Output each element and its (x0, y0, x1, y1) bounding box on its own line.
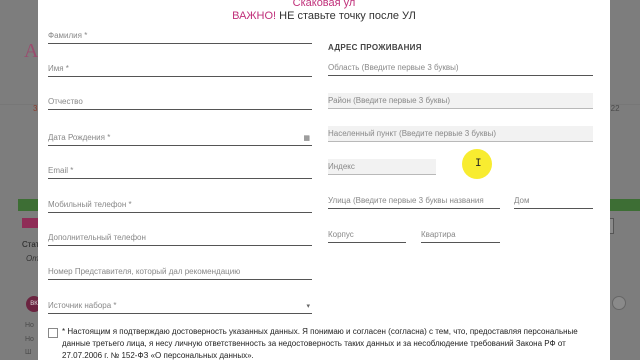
building-field[interactable]: Корпус (328, 227, 406, 243)
middle-name-label: Отчество (48, 97, 83, 106)
apartment-label: Квартира (421, 230, 456, 239)
region-field[interactable]: Область (Введите первые 3 буквы) (328, 60, 593, 76)
house-field[interactable]: Дом (514, 193, 593, 209)
registration-modal: Скаковая ул ВАЖНО! НЕ ставьте точку посл… (38, 0, 610, 360)
representative-number-field[interactable]: Номер Представителя, который дал рекомен… (48, 264, 312, 280)
locality-field[interactable]: Населенный пункт (Введите первые 3 буквы… (328, 126, 593, 142)
first-name-field[interactable]: Имя * (48, 61, 312, 77)
street-label: Улица (Введите первые 3 буквы названия (328, 196, 484, 205)
mobile-phone-label: Мобильный телефон * (48, 200, 132, 209)
background-logo: А (24, 40, 39, 62)
email-label: Email * (48, 166, 74, 175)
building-label: Корпус (328, 230, 354, 239)
apartment-field[interactable]: Квартира (421, 227, 500, 243)
index-field[interactable]: Индекс (328, 159, 436, 175)
background-green-bar-left (18, 199, 38, 211)
additional-phone-field[interactable]: Дополнительный телефон (48, 230, 312, 246)
last-name-label: Фамилия * (48, 31, 88, 40)
consent-text: * Настоящим я подтверждаю достоверность … (62, 327, 578, 360)
consent-checkbox[interactable] (48, 328, 58, 338)
background-row-label: Но (25, 336, 34, 343)
address-section-title: АДРЕС ПРОЖИВАНИЯ (328, 43, 422, 52)
background-pink-button (22, 218, 38, 228)
email-field[interactable]: Email * (48, 163, 312, 179)
additional-phone-label: Дополнительный телефон (48, 233, 146, 242)
house-label: Дом (514, 196, 530, 205)
modal-title: Скаковая ул (292, 0, 356, 9)
middle-name-field[interactable]: Отчество (48, 94, 312, 110)
index-label: Индекс (328, 162, 355, 171)
background-left-number: 3 (33, 104, 38, 113)
last-name-field[interactable]: Фамилия * (48, 28, 312, 44)
warning-strong: ВАЖНО! (232, 10, 277, 22)
text-cursor-icon: I (475, 158, 482, 170)
dropdown-arrow-icon[interactable]: ▾ (306, 302, 310, 310)
background-circle-button (612, 296, 626, 310)
birth-date-field[interactable]: Дата Рождения * ▦ (48, 130, 312, 146)
background-row-label: Ш (25, 349, 32, 356)
locality-label: Населенный пункт (Введите первые 3 буквы… (328, 129, 496, 138)
district-field[interactable]: Район (Введите первые 3 буквы) (328, 93, 593, 109)
representative-number-label: Номер Представителя, который дал рекомен… (48, 267, 241, 276)
birth-date-label: Дата Рождения * (48, 133, 111, 142)
street-field[interactable]: Улица (Введите первые 3 буквы названия (328, 193, 500, 209)
recruitment-source-label: Источник набора * (48, 301, 117, 310)
background-status-value: От (26, 254, 39, 263)
warning-text: НЕ ставьте точку после УЛ (276, 10, 416, 22)
recruitment-source-select[interactable]: Источник набора * ▾ (48, 298, 312, 314)
mobile-phone-field[interactable]: Мобильный телефон * (48, 197, 312, 213)
first-name-label: Имя * (48, 64, 69, 73)
background-row-label: Но (25, 322, 34, 329)
district-label: Район (Введите первые 3 буквы) (328, 96, 451, 105)
region-label: Область (Введите первые 3 буквы) (328, 63, 459, 72)
modal-warning: ВАЖНО! НЕ ставьте точку после УЛ (38, 10, 610, 22)
calendar-icon[interactable]: ▦ (303, 134, 310, 142)
